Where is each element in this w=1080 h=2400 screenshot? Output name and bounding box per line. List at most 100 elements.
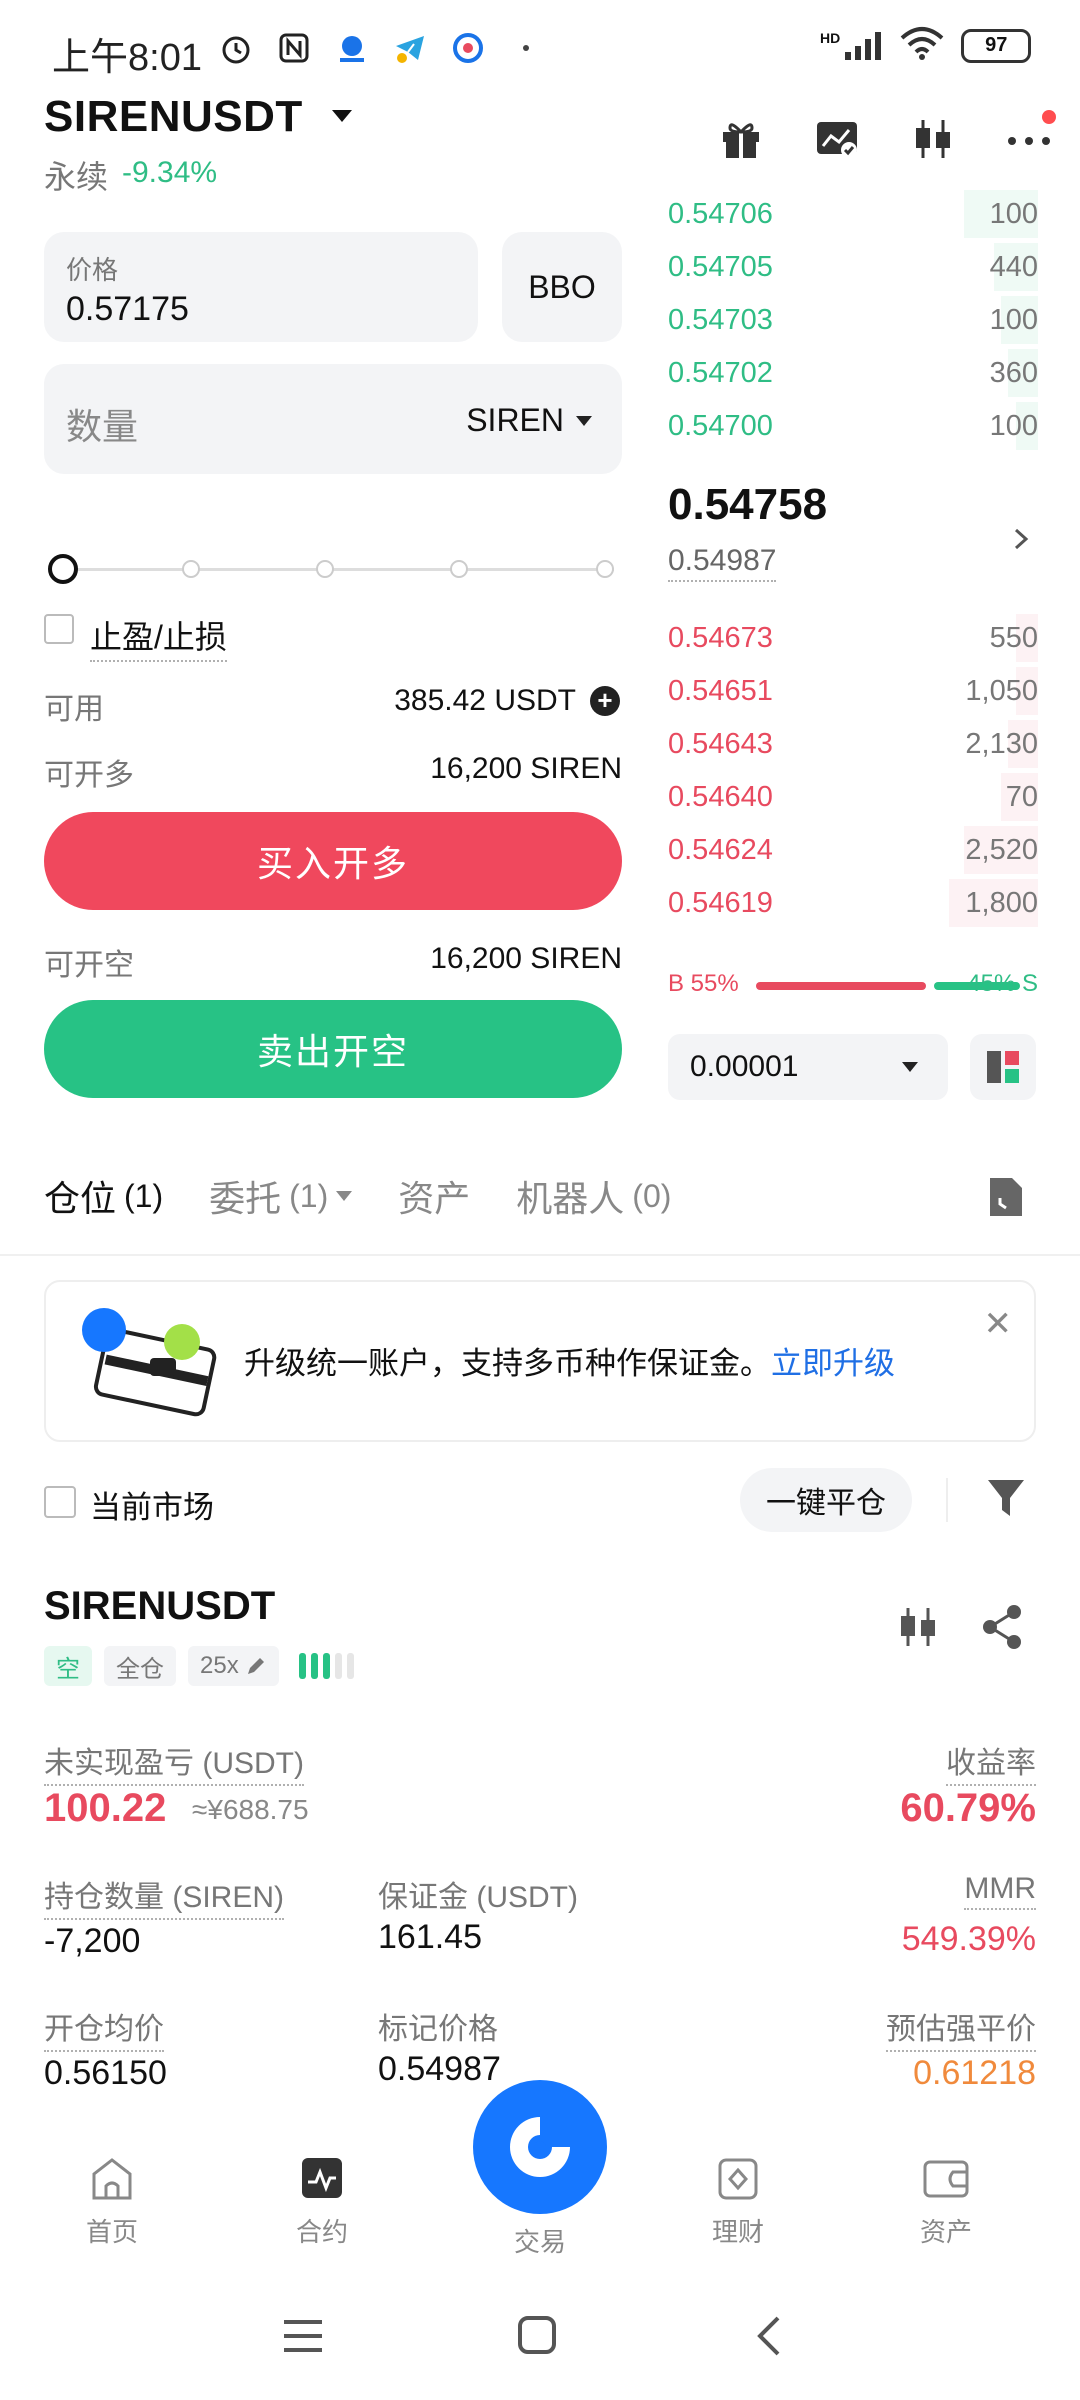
nav-assets-label: 资产 <box>919 2217 972 2247</box>
nav-futures-label: 合约 <box>295 2217 348 2247</box>
order-book-row[interactable]: 0.54700 100 <box>668 400 1038 453</box>
max-long-value: 16,200 SIREN <box>430 752 622 785</box>
leverage-tag[interactable]: 25x <box>188 1646 279 1686</box>
tab-0[interactable]: 仓位 (1) <box>44 1170 163 1222</box>
buy-ratio: B 55% <box>668 970 739 997</box>
candlestick-icon[interactable] <box>896 1604 940 1655</box>
upgrade-banner[interactable]: 升级统一账户，支持多币种作保证金。立即升级 ✕ <box>44 1280 1036 1442</box>
price-input[interactable]: 价格 0.57175 <box>44 232 478 342</box>
mmr-label[interactable]: MMR <box>964 1872 1036 1910</box>
tab-1[interactable]: 委托 (1) <box>209 1170 353 1222</box>
order-book-row[interactable]: 0.54640 70 <box>668 771 1038 824</box>
menu-icon[interactable] <box>282 2316 324 2361</box>
header-actions <box>712 110 1058 168</box>
tpsl-checkbox[interactable] <box>44 614 74 644</box>
nav-assets[interactable]: 资产 <box>876 2156 1016 2249</box>
slider-thumb[interactable] <box>48 554 78 584</box>
order-book-row[interactable]: 0.54706 100 <box>668 188 1038 241</box>
order-book-row[interactable]: 0.54619 1,800 <box>668 877 1038 930</box>
pair-dropdown-caret-icon[interactable] <box>332 110 352 122</box>
nav-home[interactable]: 首页 <box>42 2156 182 2249</box>
edit-icon <box>247 1658 264 1674</box>
app-notification-icon-2 <box>448 28 488 68</box>
transfer-plus-icon[interactable]: + <box>590 686 620 716</box>
trade-logo-icon <box>510 2117 570 2177</box>
chevron-right-icon[interactable] <box>1010 524 1032 559</box>
entry-price-label[interactable]: 开仓均价 <box>44 2004 164 2052</box>
slider-step-75[interactable] <box>450 560 468 578</box>
tab-divider <box>0 1254 1080 1256</box>
nfc-icon <box>274 28 314 68</box>
pair-selector[interactable]: SIRENUSDT <box>44 92 303 142</box>
more-notifications-icon <box>506 28 546 68</box>
alarm-icon <box>216 28 256 68</box>
position-symbol[interactable]: SIRENUSDT <box>44 1584 275 1629</box>
candlestick-icon[interactable] <box>904 110 962 168</box>
nav-trade-button[interactable] <box>473 2080 607 2214</box>
nav-finance[interactable]: 理财 <box>668 2156 808 2249</box>
tpsl-label[interactable]: 止盈/止损 <box>90 612 227 662</box>
order-book-row[interactable]: 0.54643 2,130 <box>668 718 1038 771</box>
mark-price: 0.54987 <box>668 544 777 582</box>
order-book-qty: 2,130 <box>965 728 1038 760</box>
bbo-button[interactable]: BBO <box>502 232 622 342</box>
quantity-slider[interactable] <box>48 554 618 584</box>
status-notification-icons <box>216 28 546 68</box>
risk-level-bars <box>298 1653 354 1679</box>
share-icon[interactable] <box>980 1604 1024 1655</box>
tab-count: (0) <box>632 1177 672 1214</box>
sell-short-button[interactable]: 卖出开空 <box>44 1000 622 1098</box>
quantity-unit-selector[interactable]: SIREN <box>466 402 592 439</box>
order-book-price: 0.54651 <box>668 675 773 707</box>
banner-message: 升级统一账户，支持多币种作保证金。 <box>244 1346 771 1381</box>
chart-settings-icon[interactable] <box>808 110 866 168</box>
slider-step-100[interactable] <box>596 560 614 578</box>
tab-label: 仓位 <box>44 1178 117 1219</box>
quantity-input[interactable]: 数量 SIREN <box>44 364 622 474</box>
order-book-price: 0.54705 <box>668 251 773 283</box>
more-menu-icon[interactable] <box>1000 110 1058 168</box>
document-icon[interactable] <box>986 1174 1026 1225</box>
home-square-icon[interactable] <box>516 2314 558 2361</box>
nav-futures[interactable]: 合约 <box>252 2156 392 2249</box>
close-all-button[interactable]: 一键平仓 <box>740 1468 912 1532</box>
nav-home-label: 首页 <box>85 2217 138 2247</box>
order-book-row[interactable]: 0.54705 440 <box>668 241 1038 294</box>
notification-dot <box>1042 110 1056 124</box>
position-tags: 空 全仓 25x <box>44 1646 354 1686</box>
nav-trade-label[interactable]: 交易 <box>470 2222 610 2259</box>
last-price: 0.54758 <box>668 480 828 529</box>
order-book-row[interactable]: 0.54651 1,050 <box>668 665 1038 718</box>
slider-track <box>58 568 614 571</box>
back-icon[interactable] <box>752 2314 786 2363</box>
gift-icon[interactable] <box>712 110 770 168</box>
tab-label: 机器人 <box>516 1178 625 1219</box>
position-size-label[interactable]: 持仓数量 (SIREN) <box>44 1872 284 1920</box>
liquidation-price-label[interactable]: 预估强平价 <box>886 2004 1036 2052</box>
status-system-icons: HD 97 <box>820 26 1032 65</box>
tick-size-select[interactable]: 0.00001 <box>668 1034 948 1100</box>
liquidation-price-value: 0.61218 <box>913 2054 1036 2092</box>
current-market-checkbox[interactable] <box>44 1486 76 1518</box>
close-icon[interactable]: ✕ <box>984 1304 1013 1344</box>
signal-icon: HD <box>820 30 883 62</box>
slider-step-25[interactable] <box>182 560 200 578</box>
battery-indicator: 97 <box>961 28 1032 63</box>
order-book-row[interactable]: 0.54673 550 <box>668 612 1038 665</box>
current-market-label[interactable]: 当前市场 <box>90 1482 214 1527</box>
position-size-value: -7,200 <box>44 1922 141 1960</box>
tab-3[interactable]: 机器人 (0) <box>516 1170 671 1222</box>
order-book-row[interactable]: 0.54624 2,520 <box>668 824 1038 877</box>
buy-long-button[interactable]: 买入开多 <box>44 812 622 910</box>
order-book-row[interactable]: 0.54703 100 <box>668 294 1038 347</box>
tab-2[interactable]: 资产 <box>398 1170 470 1222</box>
order-book-price: 0.54640 <box>668 781 773 813</box>
upgrade-link[interactable]: 立即升级 <box>771 1346 895 1381</box>
book-layout-button[interactable] <box>970 1034 1036 1100</box>
filter-icon[interactable] <box>986 1476 1026 1525</box>
slider-step-50[interactable] <box>316 560 334 578</box>
order-book-row[interactable]: 0.54702 360 <box>668 347 1038 400</box>
unrealized-pnl-label[interactable]: 未实现盈亏 (USDT) <box>44 1738 304 1786</box>
roe-label[interactable]: 收益率 <box>946 1738 1036 1786</box>
price-value[interactable]: 0.57175 <box>66 290 189 329</box>
